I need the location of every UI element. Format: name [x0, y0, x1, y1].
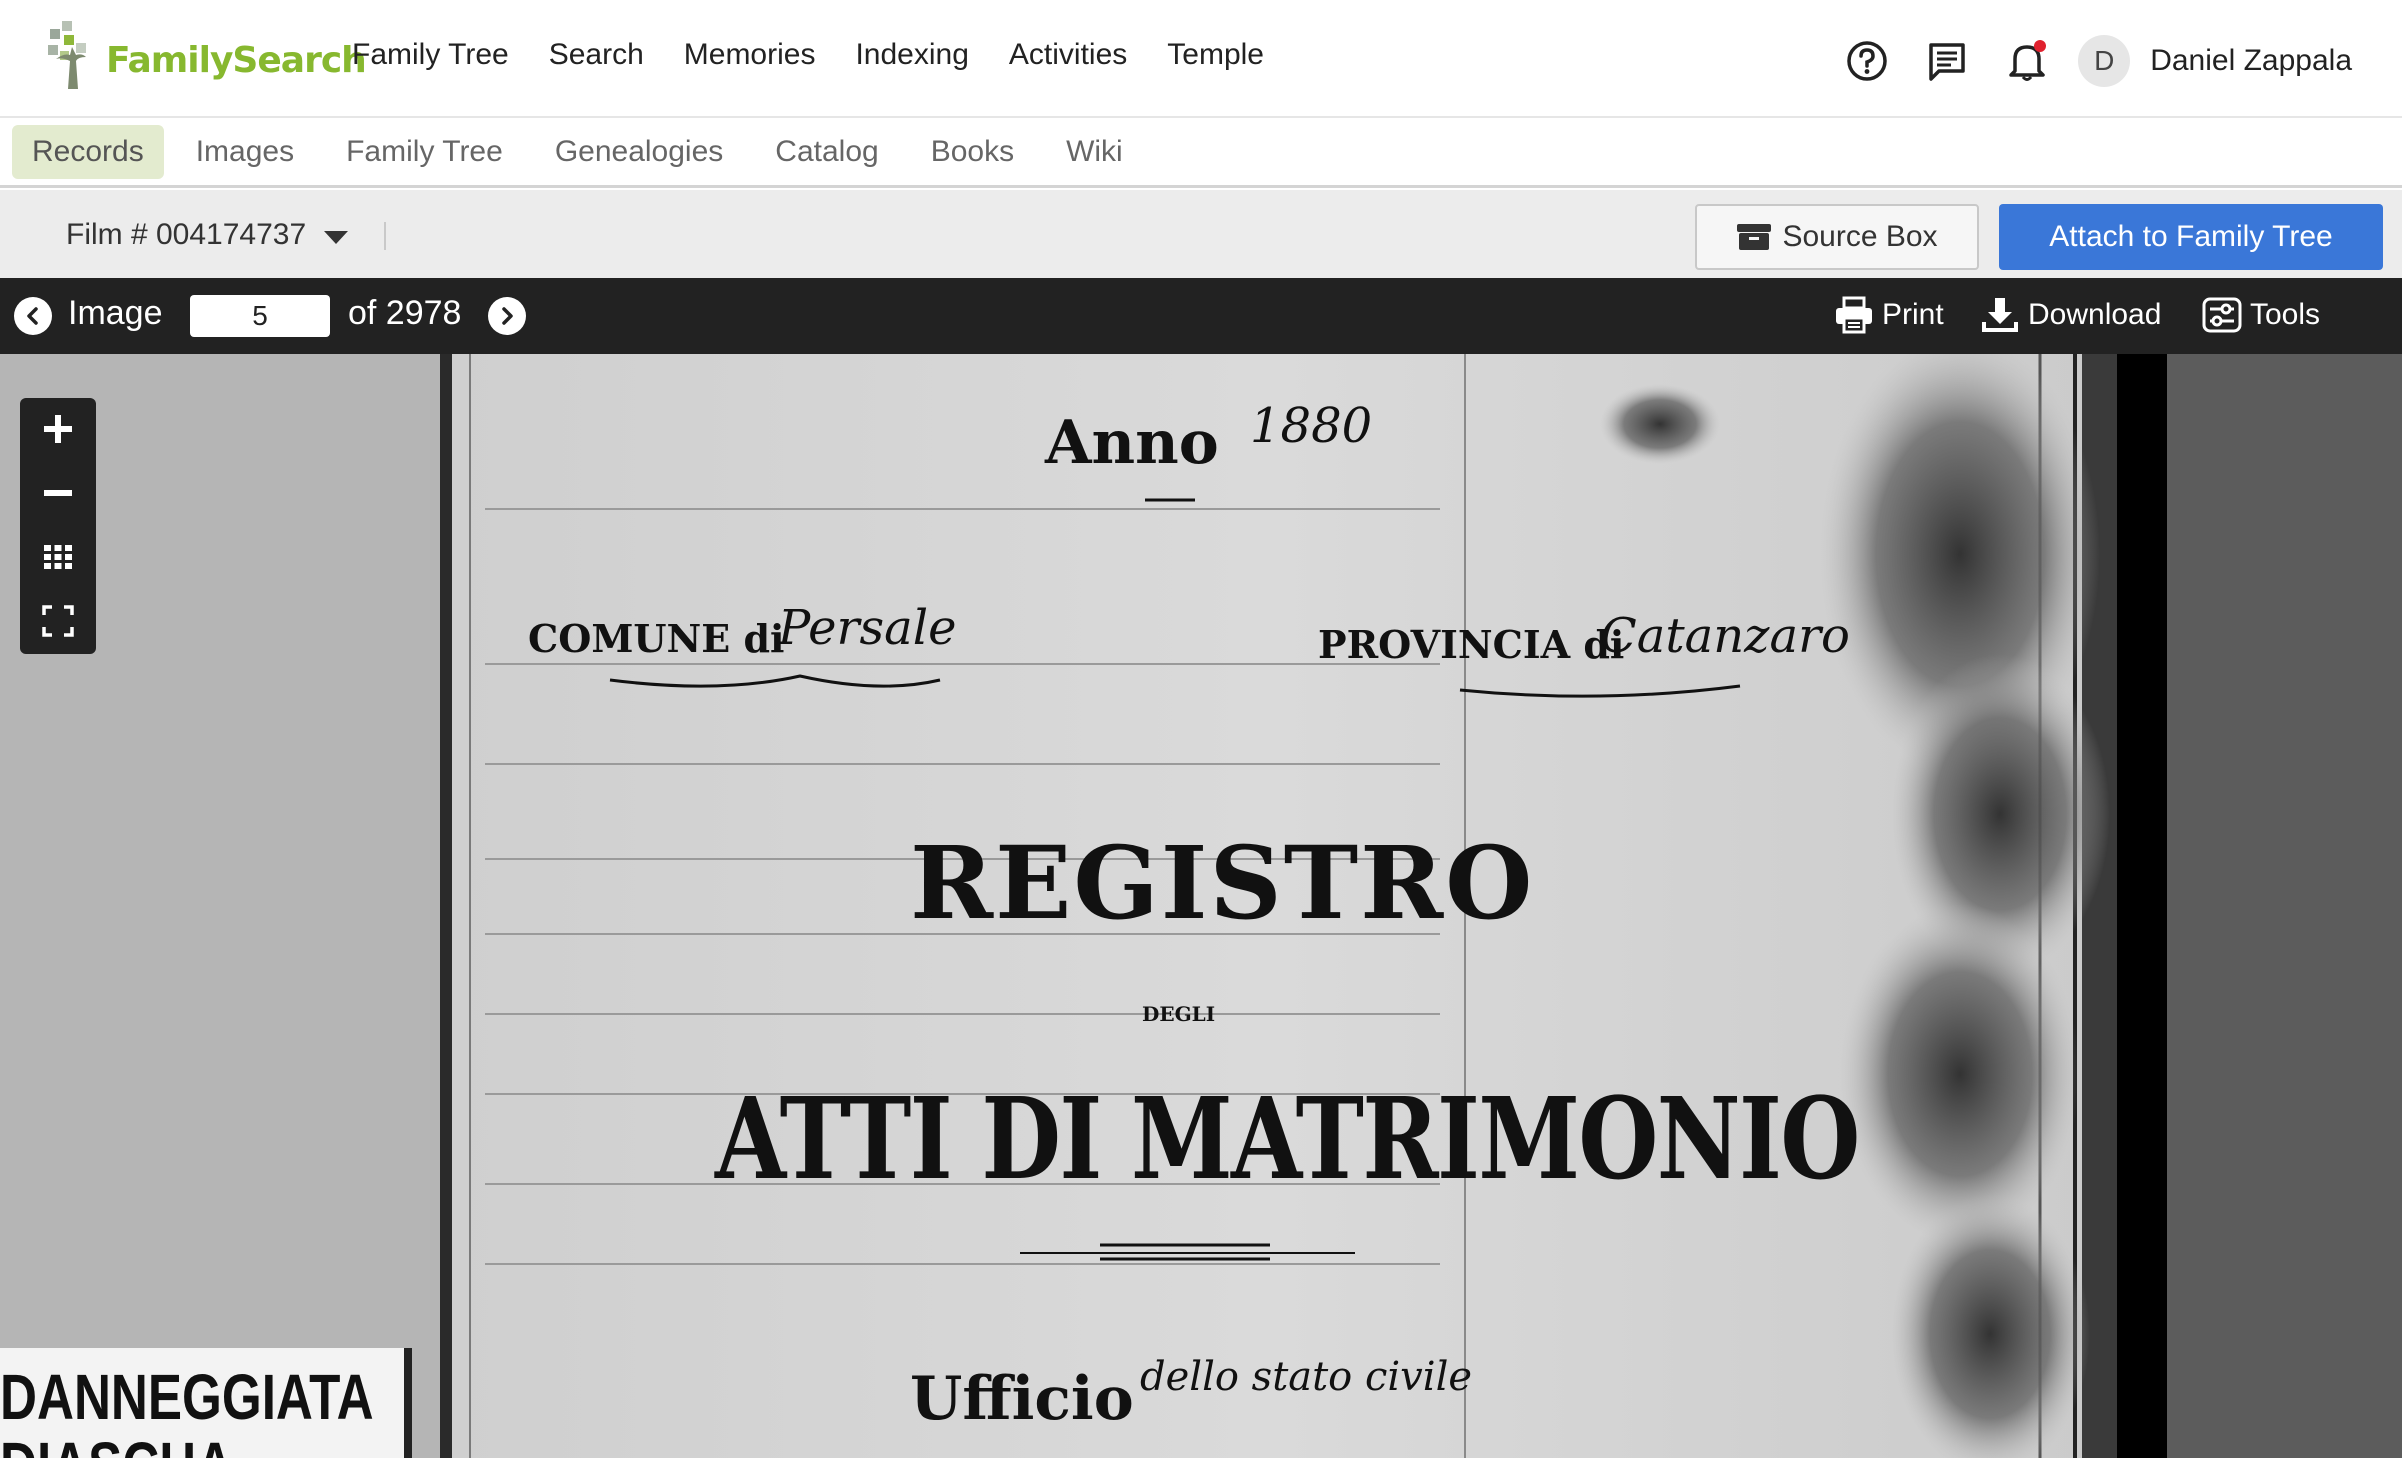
anno-year: 1880 — [1250, 398, 1373, 454]
logo-text: FamilySearch — [106, 39, 367, 81]
next-image-button[interactable] — [488, 297, 526, 335]
damage-stamp-line2: DIASCHA — [0, 1428, 233, 1458]
printer-icon — [1836, 296, 1872, 334]
nav-memories[interactable]: Memories — [684, 38, 816, 72]
tools-label: Tools — [2250, 298, 2321, 331]
nav-temple[interactable]: Temple — [1167, 38, 1264, 72]
image-viewer[interactable]: Anno 1880 COMUNE di Persale PROVINCIA di… — [0, 354, 2402, 1458]
download-label: Download — [2028, 298, 2162, 331]
minus-icon — [44, 490, 72, 496]
top-navigation: FamilySearch Family Tree Search Memories… — [0, 0, 2402, 118]
print-label: Print — [1882, 298, 1944, 331]
zoom-in-button[interactable] — [20, 398, 96, 460]
avatar[interactable]: D — [2078, 35, 2131, 87]
grid-icon — [44, 545, 72, 569]
comune-value: Persale — [778, 600, 957, 656]
gallery-view-button[interactable] — [20, 526, 96, 588]
tab-records[interactable]: Records — [12, 124, 164, 179]
registro-title: REGISTRO — [910, 824, 1535, 942]
source-box-button[interactable]: Source Box — [1695, 204, 1979, 270]
archive-box-icon — [1737, 224, 1772, 250]
image-label: Image — [68, 294, 163, 332]
ufficio-label: Ufficio — [910, 1364, 1134, 1434]
image-total: of 2978 — [348, 294, 462, 332]
chevron-right-icon — [502, 307, 513, 325]
nav-family-tree[interactable]: Family Tree — [352, 38, 509, 72]
fullscreen-icon — [42, 605, 74, 637]
chevron-down-icon — [324, 230, 349, 244]
provincia-value: Catanzaro — [1600, 608, 1850, 664]
tab-genealogies[interactable]: Genealogies — [535, 125, 743, 179]
divider — [384, 222, 386, 250]
image-edge — [2117, 354, 2167, 1458]
search-subnav: Records Images Family Tree Genealogies C… — [0, 118, 2402, 188]
download-button[interactable]: Download — [1980, 296, 2161, 334]
tree-logo-icon — [48, 21, 86, 89]
help-icon[interactable] — [1844, 38, 1890, 84]
chevron-left-icon — [27, 307, 38, 325]
atti-di-matrimonio-title: ATTI DI MATRIMONIO — [715, 1074, 1860, 1205]
download-icon — [1982, 298, 2018, 332]
previous-image-button[interactable] — [14, 297, 52, 335]
nav-indexing[interactable]: Indexing — [855, 38, 968, 72]
nav-activities[interactable]: Activities — [1009, 38, 1127, 72]
print-button[interactable]: Print — [1834, 296, 1944, 334]
provincia-label: PROVINCIA di — [1318, 622, 1625, 667]
familysearch-logo[interactable]: FamilySearch — [46, 14, 367, 94]
tab-books[interactable]: Books — [911, 125, 1034, 179]
tab-family-tree[interactable]: Family Tree — [326, 125, 523, 179]
ufficio-value: dello stato civile — [1140, 1354, 1473, 1400]
film-number: Film # 004174737 — [66, 218, 307, 251]
tab-catalog[interactable]: Catalog — [755, 125, 898, 179]
nav-search[interactable]: Search — [549, 38, 644, 72]
fullscreen-button[interactable] — [20, 590, 96, 652]
user-tools: D Daniel Zappala — [1844, 28, 2352, 94]
image-toolbar: Image of 2978 Print Download Tools — [0, 278, 2402, 354]
anno-label: Anno — [1045, 408, 1219, 478]
notifications-bell-icon[interactable] — [2004, 38, 2050, 84]
record-image: Anno 1880 COMUNE di Persale PROVINCIA di… — [0, 354, 2167, 1458]
attach-to-family-tree-button[interactable]: Attach to Family Tree — [1999, 204, 2383, 270]
film-bar: Film # 004174737 Source Box Attach to Fa… — [0, 190, 2402, 278]
messages-icon[interactable] — [1924, 38, 1970, 84]
main-nav: Family Tree Search Memories Indexing Act… — [352, 38, 1304, 72]
tools-button[interactable]: Tools — [2202, 296, 2320, 334]
zoom-out-button[interactable] — [20, 462, 96, 524]
tab-wiki[interactable]: Wiki — [1046, 125, 1143, 179]
zoom-controls — [20, 398, 96, 654]
tab-images[interactable]: Images — [176, 125, 314, 179]
plus-icon — [44, 415, 72, 443]
degli-title: DEGLI — [1142, 1002, 1216, 1026]
user-name[interactable]: Daniel Zappala — [2150, 44, 2352, 78]
film-dropdown[interactable]: Film # 004174737 — [66, 218, 349, 252]
comune-label: COMUNE di — [528, 616, 785, 661]
sliders-icon — [2202, 297, 2242, 333]
image-number-input[interactable] — [190, 295, 330, 337]
source-box-label: Source Box — [1782, 220, 1938, 253]
damage-stamp-line1: DANNEGGIATA — [0, 1361, 374, 1433]
